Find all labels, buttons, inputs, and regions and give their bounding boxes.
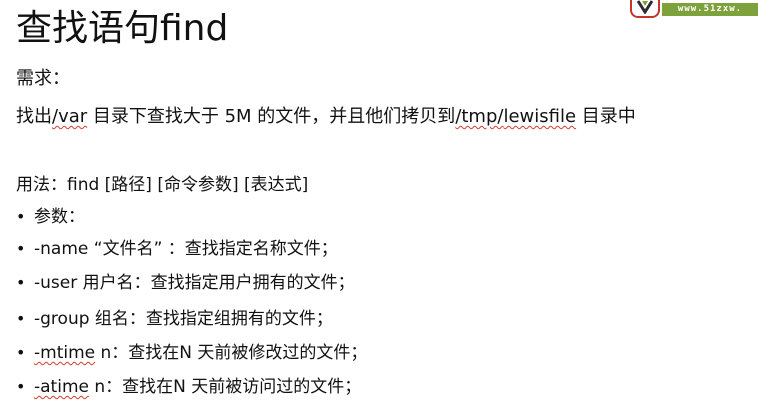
bullet-dot: • [16, 309, 26, 328]
bullet-keyword: -atime [34, 377, 89, 397]
requirement-heading: 需求： [16, 68, 70, 89]
logo-badge-icon [630, 0, 660, 18]
bullet-keyword: -user [34, 273, 78, 293]
bullet-text: n：查找在N 天前被修改过的文件； [95, 343, 368, 363]
bullet-text: “文件名” ：查找指定名称文件； [88, 239, 338, 259]
bullet-dot: • [16, 207, 26, 226]
path-tmp: /tmp/ [455, 106, 504, 127]
bullet-item: • -atime n：查找在N 天前被访问过的文件； [16, 374, 361, 400]
logo-strip: www.51zxw. [662, 3, 758, 16]
bullet-text: 组名：查找指定组拥有的文件； [89, 309, 333, 329]
path-var: /var [52, 106, 88, 127]
bullet-item: • 参数： [16, 204, 85, 230]
bullet-keyword: 参数： [34, 207, 85, 227]
slide: 查找语句find www.51zxw. 需求： 找出/var 目录下查找大于 5… [0, 0, 758, 413]
bullet-item: • -mtime n：查找在N 天前被修改过的文件； [16, 340, 367, 366]
requirement-text: 找出/var 目录下查找大于 5M 的文件，并且他们拷贝到/tmp/lewisf… [16, 104, 636, 130]
requirement-prefix: 找出 [16, 106, 52, 127]
slide-title: 查找语句find [16, 8, 229, 49]
bullet-item: • -group 组名：查找指定组拥有的文件； [16, 306, 333, 332]
bullet-dot: • [16, 343, 26, 362]
bullet-keyword: -mtime [34, 343, 96, 363]
site-logo: www.51zxw. [628, 0, 758, 22]
bullet-item: • -name “文件名” ：查找指定名称文件； [16, 236, 338, 262]
logo-text: www.51zxw. [677, 4, 743, 14]
bullet-item: • -user 用户名：查找指定用户拥有的文件； [16, 270, 355, 296]
bullet-text: n：查找在N 天前被访问过的文件； [88, 377, 362, 397]
requirement-suffix: 目录中 [576, 106, 636, 127]
bullet-text: 用户名：查找指定用户拥有的文件； [77, 273, 355, 293]
path-lewisfile: lewisfile [503, 106, 577, 127]
bullet-dot: • [16, 377, 26, 396]
bullet-dot: • [16, 273, 26, 292]
bullet-keyword: -group [34, 309, 90, 329]
requirement-middle: 目录下查找大于 5M 的文件，并且他们拷贝到 [87, 106, 456, 127]
bullet-dot: • [16, 239, 26, 258]
usage-line: 用法：find [路径] [命令参数] [表达式] [16, 175, 309, 195]
bullet-keyword: -name [34, 239, 89, 259]
